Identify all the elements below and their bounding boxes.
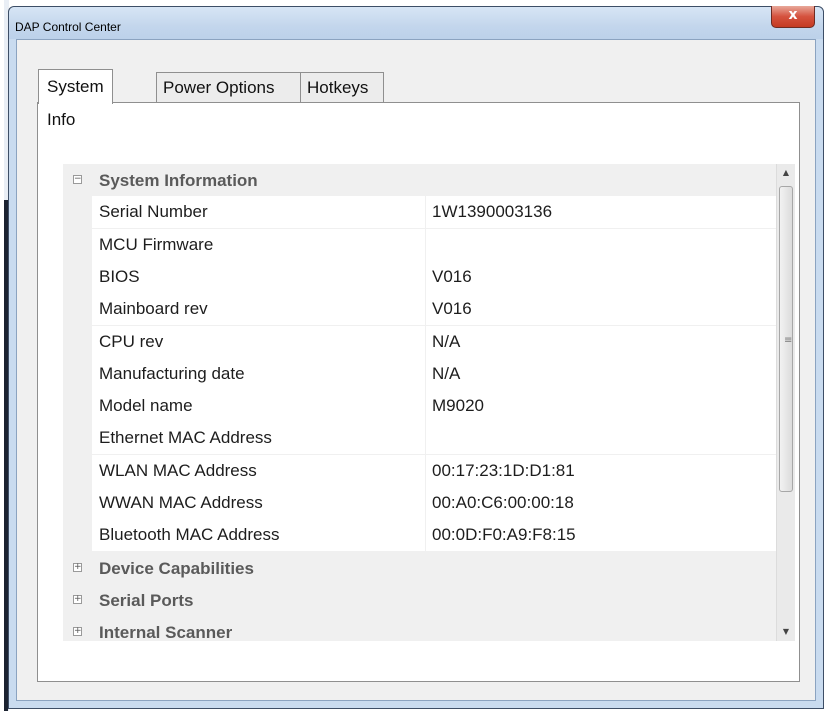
- row-gutter: [63, 455, 92, 488]
- column-divider[interactable]: [425, 326, 426, 359]
- system-info-panel: − System Information Serial Number 1W139000…: [37, 102, 800, 682]
- property-row[interactable]: WWAN MAC Address 00:A0:C6:00:00:18: [63, 487, 776, 520]
- row-gutter: [63, 229, 92, 262]
- property-name: Serial Number: [99, 202, 208, 221]
- property-name: WWAN MAC Address: [99, 493, 263, 512]
- property-name: MCU Firmware: [99, 235, 214, 254]
- scroll-down-button[interactable]: ▼: [777, 623, 795, 641]
- category-row[interactable]: + Device Capabilities: [63, 552, 776, 585]
- column-divider[interactable]: [425, 229, 426, 262]
- property-value[interactable]: 00:A0:C6:00:00:18: [432, 493, 574, 513]
- column-divider[interactable]: [425, 196, 426, 229]
- category-label: Internal Scanner: [99, 623, 233, 641]
- window-title: DAP Control Center: [15, 20, 121, 34]
- tab-hotkeys[interactable]: Hotkeys: [300, 72, 384, 103]
- property-row[interactable]: Mainboard rev V016: [63, 293, 776, 326]
- property-row[interactable]: Bluetooth MAC Address 00:0D:F0:A9:F8:15: [63, 519, 776, 552]
- column-divider[interactable]: [425, 390, 426, 423]
- column-divider[interactable]: [425, 519, 426, 552]
- category-row[interactable]: + Serial Ports: [63, 584, 776, 617]
- close-icon: x: [788, 7, 798, 23]
- property-name: Manufacturing date: [99, 364, 245, 383]
- property-value[interactable]: 1W1390003136: [432, 202, 552, 222]
- row-gutter: [63, 196, 92, 229]
- column-divider[interactable]: [425, 422, 426, 455]
- property-value[interactable]: N/A: [432, 364, 460, 384]
- property-name: Mainboard rev: [99, 299, 208, 318]
- column-divider[interactable]: [425, 293, 426, 326]
- expand-icon[interactable]: +: [73, 595, 82, 604]
- column-divider[interactable]: [425, 358, 426, 391]
- property-name: CPU rev: [99, 332, 164, 351]
- property-value[interactable]: 00:17:23:1D:D1:81: [432, 461, 575, 481]
- title-bar[interactable]: DAP Control Center x: [9, 6, 823, 39]
- property-row[interactable]: Serial Number 1W1390003136: [63, 196, 776, 229]
- row-gutter: [63, 390, 92, 423]
- category-label: System Information: [99, 171, 258, 190]
- row-gutter: [63, 487, 92, 520]
- category-row[interactable]: − System Information: [63, 164, 776, 197]
- property-name: BIOS: [99, 267, 140, 286]
- property-value[interactable]: N/A: [432, 332, 460, 352]
- column-divider[interactable]: [425, 455, 426, 488]
- property-name: Model name: [99, 396, 193, 415]
- property-name: Ethernet MAC Address: [99, 428, 272, 447]
- close-button[interactable]: x: [771, 6, 815, 28]
- row-gutter: [63, 519, 92, 552]
- property-name: Bluetooth MAC Address: [99, 525, 280, 544]
- property-row[interactable]: MCU Firmware: [63, 229, 776, 262]
- property-value[interactable]: 00:0D:F0:A9:F8:15: [432, 525, 576, 545]
- row-gutter: [63, 293, 92, 326]
- property-grid[interactable]: − System Information Serial Number 1W139000…: [63, 164, 776, 641]
- row-gutter: [63, 422, 92, 455]
- property-row[interactable]: Manufacturing date N/A: [63, 358, 776, 391]
- column-divider[interactable]: [425, 261, 426, 294]
- dap-control-center-window: DAP Control Center x System Info Power O…: [8, 6, 824, 709]
- row-gutter: [63, 358, 92, 391]
- row-gutter: [63, 261, 92, 294]
- property-row[interactable]: Ethernet MAC Address: [63, 422, 776, 455]
- category-row[interactable]: + Internal Scanner: [63, 616, 776, 641]
- expand-icon[interactable]: +: [73, 563, 82, 572]
- property-value[interactable]: V016: [432, 267, 472, 287]
- property-row[interactable]: WLAN MAC Address 00:17:23:1D:D1:81: [63, 455, 776, 488]
- property-row[interactable]: BIOS V016: [63, 261, 776, 294]
- client-area: System Info Power Options Hotkeys − Syste…: [16, 39, 816, 701]
- collapse-icon[interactable]: −: [73, 175, 82, 184]
- expand-icon[interactable]: +: [73, 627, 82, 636]
- vertical-scrollbar[interactable]: ▲ ≡ ▼: [776, 164, 795, 641]
- property-row[interactable]: CPU rev N/A: [63, 326, 776, 359]
- category-label: Device Capabilities: [99, 559, 254, 578]
- row-gutter: [63, 326, 92, 359]
- property-row[interactable]: Model name M9020: [63, 390, 776, 423]
- property-value[interactable]: V016: [432, 299, 472, 319]
- property-value[interactable]: M9020: [432, 396, 484, 416]
- scroll-up-button[interactable]: ▲: [777, 164, 795, 182]
- property-name: WLAN MAC Address: [99, 461, 257, 480]
- category-label: Serial Ports: [99, 591, 194, 610]
- column-divider[interactable]: [425, 487, 426, 520]
- grip-icon: ≡: [784, 335, 793, 346]
- tab-system-info[interactable]: System Info: [38, 69, 113, 129]
- scroll-thumb[interactable]: ≡: [779, 186, 793, 492]
- tab-power-options[interactable]: Power Options: [156, 72, 301, 103]
